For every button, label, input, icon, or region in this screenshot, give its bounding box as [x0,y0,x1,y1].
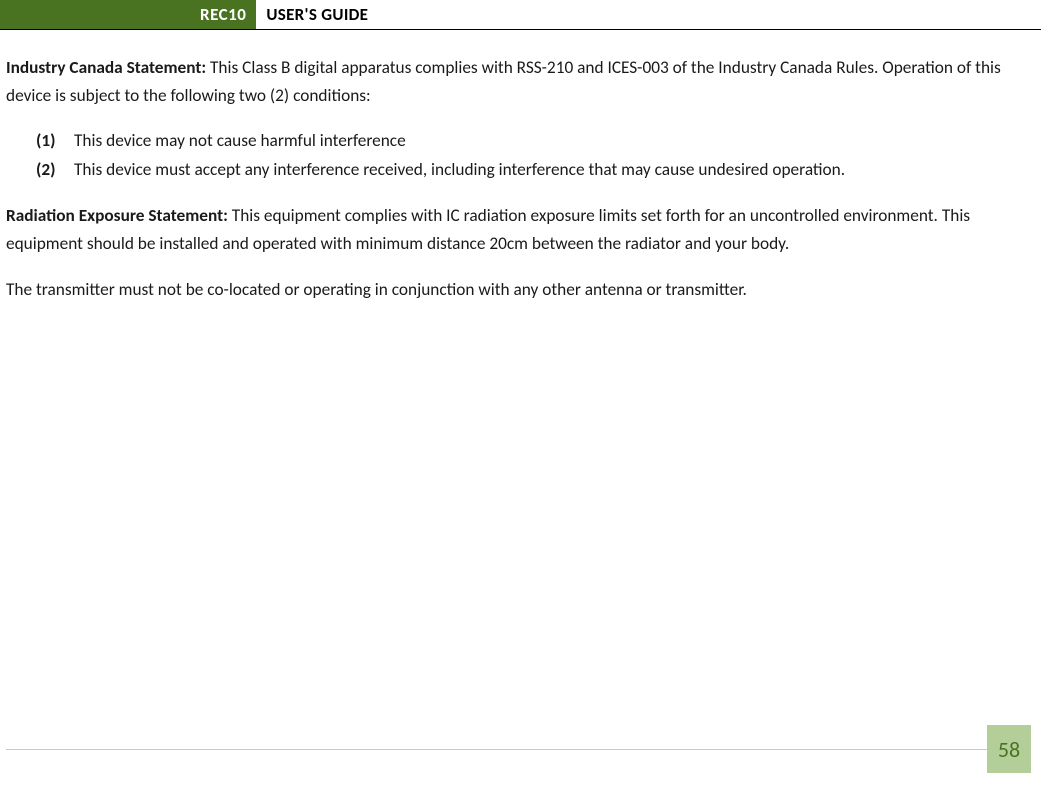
industry-canada-label: Industry Canada Statement: [6,57,206,78]
list-item: (1) This device may not cause harmful in… [36,128,1017,155]
list-text: This device may not cause harmful interf… [74,128,1017,155]
header-badge: REC10 [0,0,256,29]
page-number: 58 [998,736,1020,763]
radiation-exposure-paragraph: Radiation Exposure Statement: This equip… [6,202,1017,258]
header-title: USER'S GUIDE [256,0,368,29]
radiation-exposure-label: Radiation Exposure Statement: [6,205,228,226]
list-text: This device must accept any interference… [74,157,1017,184]
transmitter-paragraph: The transmitter must not be co-located o… [6,276,1017,304]
page-header: REC10 USER'S GUIDE [0,0,1041,30]
transmitter-text: The transmitter must not be co-located o… [6,279,747,300]
page-number-box: 58 [987,725,1031,773]
page-content: Industry Canada Statement: This Class B … [0,54,1041,304]
conditions-list: (1) This device may not cause harmful in… [36,128,1017,184]
list-marker: (1) [36,128,74,155]
industry-canada-paragraph: Industry Canada Statement: This Class B … [6,54,1017,110]
list-marker: (2) [36,157,74,184]
page-footer-rule [6,749,987,750]
list-item: (2) This device must accept any interfer… [36,157,1017,184]
